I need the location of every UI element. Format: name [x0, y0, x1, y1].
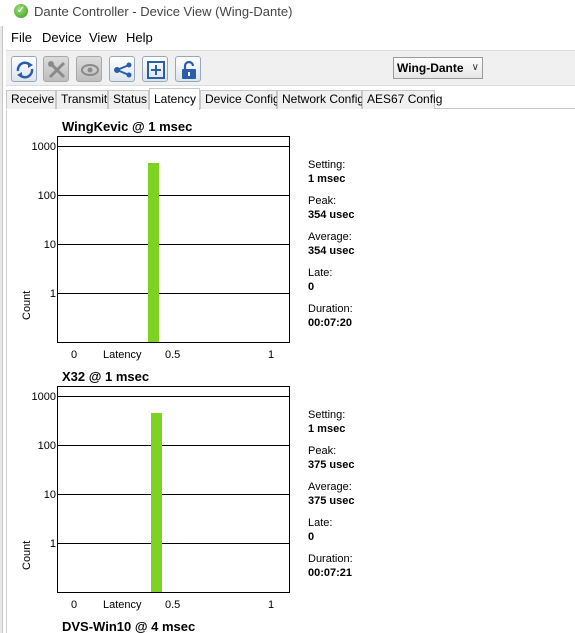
late-value: 0: [308, 531, 315, 543]
chart-title: DVS-Win10 @ 4 msec: [62, 619, 196, 633]
late-label: Late:: [308, 267, 333, 279]
peak-value: 375 usec: [308, 459, 355, 471]
tab-device-config[interactable]: Device Config: [200, 90, 280, 109]
y-tick-label: 1000: [31, 391, 56, 403]
latency-bar: [151, 412, 163, 592]
device-settings-button[interactable]: [43, 56, 69, 82]
menu-view[interactable]: View: [89, 30, 117, 45]
eye-icon: [81, 64, 99, 76]
gridline: [58, 146, 289, 147]
menu-help[interactable]: Help: [126, 30, 153, 45]
late-label: Late:: [308, 517, 333, 529]
latency-panel: WingKevic @ 1 msec 1000 100 10 1 Count 0…: [6, 110, 575, 633]
y-tick-label: 100: [37, 190, 56, 202]
latency-chart-panel: WingKevic @ 1 msec 1000 100 10 1 Count 0…: [7, 110, 575, 361]
network-button[interactable]: [109, 56, 135, 82]
setting-label: Setting:: [308, 409, 346, 421]
refresh-button[interactable]: [11, 56, 37, 82]
menu-device[interactable]: Device: [42, 30, 82, 45]
setting-value: 1 msec: [308, 423, 346, 435]
gridline: [58, 244, 289, 245]
chart-title: WingKevic @ 1 msec: [62, 119, 193, 134]
network-share-icon: [114, 62, 132, 78]
device-select-value: Wing-Dante: [397, 61, 464, 75]
latency-stats: Setting: 1 msec Peak: 375 usec Average: …: [308, 410, 354, 579]
gridline: [58, 445, 289, 446]
latency-chart-panel: DVS-Win10 @ 4 msec: [7, 610, 575, 633]
average-value: 354 usec: [308, 245, 355, 257]
window-title: Dante Controller - Device View (Wing-Dan…: [34, 4, 293, 19]
peak-label: Peak:: [308, 445, 337, 457]
average-label: Average:: [308, 231, 352, 243]
y-tick-label: 100: [37, 440, 56, 452]
tab-transmit[interactable]: Transmit: [56, 90, 108, 109]
tab-receive[interactable]: Receive: [6, 90, 56, 109]
duration-value: 00:07:21: [308, 567, 353, 579]
toolbar: Wing-Dante ∨: [6, 50, 575, 86]
latency-bar: [147, 162, 159, 342]
gridline: [58, 543, 289, 544]
latency-chart-panel: X32 @ 1 msec 1000 100 10 1 Count 0 Laten…: [7, 360, 575, 611]
chart-title: X32 @ 1 msec: [62, 369, 150, 384]
y-axis-label: Count: [21, 540, 33, 570]
gridline: [58, 195, 289, 196]
tab-aes67-config[interactable]: AES67 Config: [362, 90, 442, 109]
latency-stats: Setting: 1 msec Peak: 354 usec Average: …: [308, 160, 354, 329]
gridline: [58, 396, 289, 397]
setting-value: 1 msec: [308, 173, 346, 185]
background-window-edge: [0, 26, 3, 633]
refresh-icon: [16, 61, 34, 79]
tools-icon: [48, 61, 66, 79]
y-axis-label: Count: [21, 290, 33, 320]
histogram-plot: [57, 386, 290, 593]
duration-label: Duration:: [308, 303, 353, 315]
peak-label: Peak:: [308, 195, 337, 207]
y-tick-label: 10: [43, 489, 56, 501]
add-window-icon: [147, 61, 165, 79]
duration-label: Duration:: [308, 553, 353, 565]
y-tick-label: 10: [43, 239, 56, 251]
average-label: Average:: [308, 481, 352, 493]
tab-status[interactable]: Status: [108, 90, 149, 109]
lock-button[interactable]: [175, 56, 201, 82]
peak-value: 354 usec: [308, 209, 355, 221]
view-button[interactable]: [76, 56, 102, 82]
new-window-button[interactable]: [142, 56, 168, 82]
y-tick-label: 1000: [31, 141, 56, 153]
tab-bar: Receive Transmit Status Latency Device C…: [6, 88, 575, 110]
device-select[interactable]: Wing-Dante ∨: [393, 57, 483, 79]
gridline: [58, 293, 289, 294]
menu-bar: File Device View Help: [6, 28, 575, 48]
menu-file[interactable]: File: [11, 30, 32, 45]
padlock-icon: [182, 60, 196, 79]
title-bar: ✓ Dante Controller - Device View (Wing-D…: [0, 0, 575, 26]
histogram-plot: [57, 136, 290, 343]
duration-value: 00:07:20: [308, 317, 353, 329]
setting-label: Setting:: [308, 159, 346, 171]
tab-network-config[interactable]: Network Config: [277, 90, 364, 109]
chevron-down-icon: ∨: [471, 62, 479, 73]
average-value: 375 usec: [308, 495, 355, 507]
gridline: [58, 494, 289, 495]
late-value: 0: [308, 281, 315, 293]
tab-latency[interactable]: Latency: [149, 88, 200, 110]
dante-app-icon: ✓: [14, 4, 28, 18]
